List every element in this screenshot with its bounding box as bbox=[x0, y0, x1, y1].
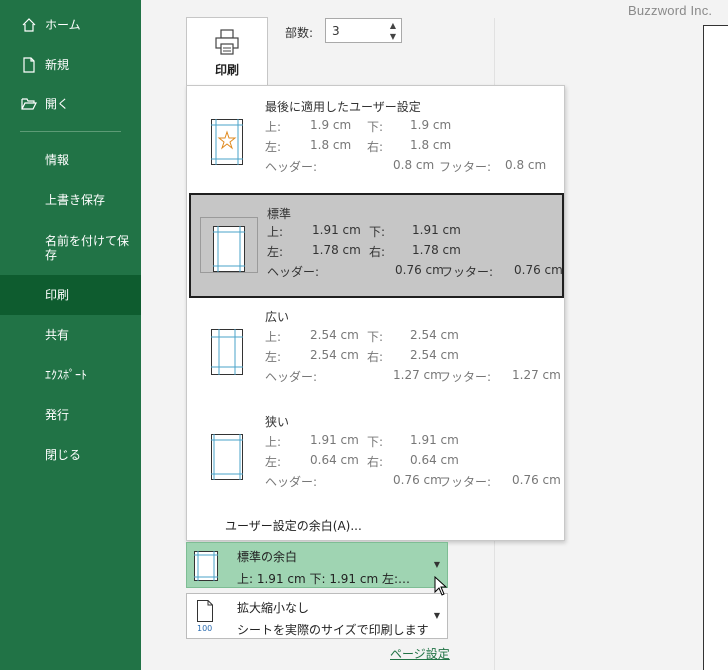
scaling-select-detail: シートを実際のサイズで印刷します bbox=[237, 623, 429, 637]
copies-input[interactable]: 3 ▲ ▼ bbox=[325, 18, 402, 43]
nav-save-as-label: 名前を付けて保存 bbox=[45, 234, 130, 262]
nav-save-as[interactable]: 名前を付けて保存 bbox=[0, 230, 141, 266]
margins-select-detail: 上: 1.91 cm 下: 1.91 cm 左:… bbox=[237, 572, 411, 586]
margin-wide-icon bbox=[211, 329, 243, 375]
nav-info[interactable]: 情報 bbox=[0, 150, 141, 170]
dropdown-arrow-icon: ▼ bbox=[433, 560, 440, 569]
nav-export-label: ｴｸｽﾎﾟｰﾄ bbox=[45, 368, 88, 382]
margin-option-title: 最後に適用したユーザー設定 bbox=[265, 100, 421, 114]
copies-label: 部数: bbox=[285, 26, 314, 40]
watermark: Buzzword Inc. bbox=[628, 3, 713, 18]
nav-home[interactable]: ホーム bbox=[0, 15, 141, 35]
nav-publish[interactable]: 発行 bbox=[0, 405, 141, 425]
custom-margins-menu-item[interactable]: ユーザー設定の余白(A)... bbox=[225, 517, 362, 534]
page-size-icon bbox=[197, 600, 213, 622]
margin-option-title: 狭い bbox=[265, 415, 290, 429]
mouse-cursor-icon bbox=[434, 576, 448, 596]
margin-option-title: 広い bbox=[265, 310, 290, 324]
open-folder-icon bbox=[21, 96, 37, 112]
nav-save[interactable]: 上書き保存 bbox=[0, 190, 141, 210]
margins-select-title: 標準の余白 bbox=[237, 550, 298, 564]
margin-normal-icon bbox=[213, 226, 245, 272]
new-document-icon bbox=[21, 57, 37, 73]
margin-option-narrow[interactable]: 狭い 上: 1.91 cm 下: 1.91 cm 左: 0.64 cm 右: 0.64 … bbox=[189, 403, 564, 508]
page-setup-link[interactable]: ページ設定 bbox=[390, 645, 450, 662]
nav-open[interactable]: 開く bbox=[0, 94, 141, 114]
backstage-nav: ホーム 新規 開く 情報 上書き保存 名前を付けて保存 印刷 共有 ｴｸｽﾎﾟｰ… bbox=[0, 0, 141, 670]
margins-select[interactable]: 標準の余白 上: 1.91 cm 下: 1.91 cm 左:… ▼ bbox=[186, 542, 448, 588]
nav-share[interactable]: 共有 bbox=[0, 325, 141, 345]
scaling-select-title: 拡大縮小なし bbox=[237, 601, 310, 615]
margin-option-wide[interactable]: 広い 上: 2.54 cm 下: 2.54 cm 左: 2.54 cm 右: 2.54 … bbox=[189, 298, 564, 403]
margin-option-last-custom[interactable]: 最後に適用したユーザー設定 上: 1.9 cm 下: 1.9 cm 左: 1.8 cm… bbox=[189, 88, 564, 193]
margin-option-normal[interactable]: 標準 上: 1.91 cm 下: 1.91 cm 左: 1.78 cm 右: 1.78 … bbox=[189, 193, 564, 298]
scaling-icon-number: 100 bbox=[197, 624, 213, 633]
margin-narrow-icon bbox=[211, 434, 243, 480]
preview-page bbox=[703, 25, 728, 670]
nav-close[interactable]: 閉じる bbox=[0, 445, 141, 465]
nav-new[interactable]: 新規 bbox=[0, 55, 141, 75]
copies-value: 3 bbox=[332, 24, 340, 38]
nav-publish-label: 発行 bbox=[45, 408, 70, 422]
dropdown-arrow-icon: ▼ bbox=[433, 611, 440, 620]
scaling-select[interactable]: 100 拡大縮小なし シートを実際のサイズで印刷します ▼ bbox=[186, 593, 448, 639]
nav-save-label: 上書き保存 bbox=[45, 193, 106, 207]
home-icon bbox=[21, 17, 37, 33]
nav-new-label: 新規 bbox=[45, 58, 70, 72]
nav-share-label: 共有 bbox=[45, 328, 70, 342]
nav-export[interactable]: ｴｸｽﾎﾟｰﾄ bbox=[0, 365, 141, 385]
nav-info-label: 情報 bbox=[45, 153, 70, 167]
nav-home-label: ホーム bbox=[45, 18, 81, 32]
margin-normal-icon bbox=[194, 551, 218, 581]
copies-increment-icon[interactable]: ▲ bbox=[387, 20, 399, 31]
nav-open-label: 開く bbox=[45, 97, 70, 111]
copies-decrement-icon[interactable]: ▼ bbox=[387, 31, 399, 42]
nav-close-label: 閉じる bbox=[45, 448, 82, 462]
margin-option-title: 標準 bbox=[267, 207, 292, 221]
nav-divider bbox=[20, 131, 121, 132]
margin-last-custom-icon bbox=[211, 119, 243, 165]
print-button-label: 印刷 bbox=[214, 63, 239, 77]
nav-print-label: 印刷 bbox=[45, 288, 70, 302]
margins-dropdown-menu: 最後に適用したユーザー設定 上: 1.9 cm 下: 1.9 cm 左: 1.8 cm… bbox=[186, 85, 565, 541]
nav-print[interactable]: 印刷 bbox=[0, 275, 141, 315]
print-button[interactable]: 印刷 bbox=[186, 17, 268, 87]
printer-icon bbox=[215, 29, 239, 55]
